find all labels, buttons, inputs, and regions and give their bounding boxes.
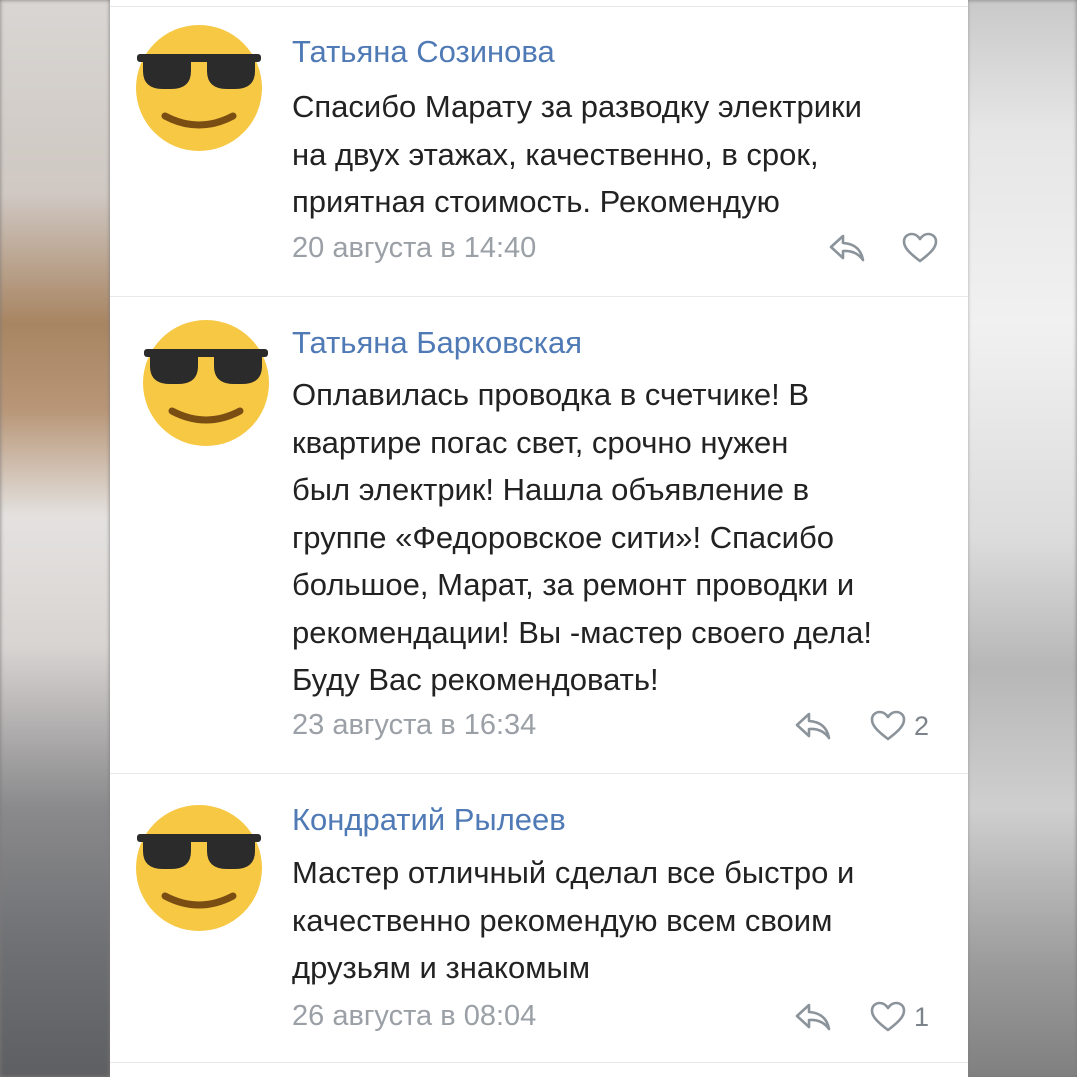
reply-arrow-icon — [829, 234, 865, 262]
reply-button[interactable] — [794, 710, 832, 742]
avatar[interactable] — [135, 804, 263, 932]
comment-author[interactable]: Татьяна Созинова — [292, 32, 555, 72]
like-button[interactable] — [902, 232, 946, 264]
reply-arrow-icon — [795, 1003, 831, 1031]
heart-outline-icon — [870, 710, 906, 741]
like-button[interactable]: 2 — [870, 710, 929, 742]
avatar[interactable] — [142, 319, 270, 447]
comment-text: Спасибо Марату за разводку электрики на … — [292, 89, 862, 219]
comment-text: Мастер отличный сделал все быстро и каче… — [292, 855, 855, 985]
blurred-background-left — [0, 0, 110, 1077]
heart-outline-icon — [870, 1001, 906, 1032]
like-button[interactable]: 1 — [870, 1001, 929, 1033]
comment-item: Кондратий Рылеев Мастер отличный сделал … — [110, 774, 968, 1062]
reply-button[interactable] — [828, 232, 866, 264]
reply-arrow-icon — [795, 712, 831, 740]
divider — [110, 1062, 968, 1063]
sunglasses-smiley-icon — [143, 320, 269, 446]
comment-timestamp[interactable]: 20 августа в 14:40 — [292, 230, 536, 266]
sunglasses-smiley-icon — [136, 25, 262, 151]
comment-item: Татьяна Барковская Оплавилась проводка в… — [110, 297, 968, 774]
blurred-background-right — [967, 0, 1077, 1077]
sunglasses-smiley-icon — [136, 805, 262, 931]
like-count: 2 — [914, 710, 930, 741]
comments-panel: Татьяна Созинова Спасибо Марату за разво… — [110, 0, 968, 1077]
like-count: 1 — [914, 1001, 930, 1032]
comment-timestamp[interactable]: 23 августа в 16:34 — [292, 707, 536, 743]
reply-button[interactable] — [794, 1001, 832, 1033]
comment-author[interactable]: Кондратий Рылеев — [292, 800, 566, 840]
comment-author[interactable]: Татьяна Барковская — [292, 323, 582, 363]
avatar[interactable] — [135, 24, 263, 152]
comment-item: Татьяна Созинова Спасибо Марату за разво… — [110, 6, 968, 297]
heart-outline-icon — [902, 232, 938, 263]
comment-timestamp[interactable]: 26 августа в 08:04 — [292, 998, 536, 1034]
comment-text: Оплавилась проводка в счетчике! В кварти… — [292, 377, 872, 697]
